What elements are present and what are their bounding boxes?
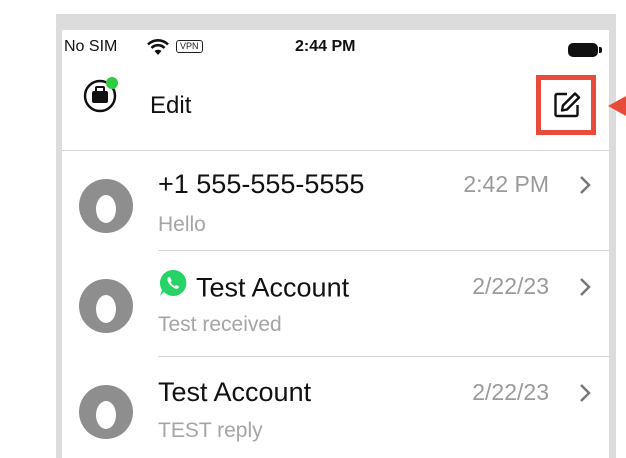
chevron-right-icon <box>579 383 591 408</box>
person-avatar-icon <box>78 384 134 440</box>
chevron-right-icon <box>579 277 591 302</box>
conversation-name: Test Account <box>158 377 312 407</box>
edit-button[interactable]: Edit <box>150 92 191 120</box>
account-button[interactable] <box>82 74 122 114</box>
briefcase-icon <box>83 77 118 113</box>
person-avatar-icon <box>78 278 134 334</box>
battery-tip <box>599 47 602 53</box>
conversation-preview: Hello <box>158 213 206 236</box>
whatsapp-icon <box>158 268 188 305</box>
conversation-name: Test Account <box>196 272 350 303</box>
conversation-time: 2/22/23 <box>472 379 549 405</box>
status-time: 2:44 PM <box>295 38 356 55</box>
chevron-right-icon <box>579 175 591 200</box>
conversation-preview: Test received <box>158 313 282 336</box>
conversation-row[interactable]: +1 555-555-5555 Hello 2:42 PM <box>62 151 609 256</box>
status-bar: No SIM VPN 2:44 PM <box>62 30 609 62</box>
wifi-icon <box>146 39 170 62</box>
callout-arrow <box>608 96 626 116</box>
compose-icon[interactable] <box>553 91 581 124</box>
conversation-preview: TEST reply <box>158 419 263 442</box>
vpn-badge: VPN <box>176 40 203 53</box>
person-avatar-icon <box>78 178 134 234</box>
conversation-row[interactable]: Test Account Test received 2/22/23 <box>62 251 609 356</box>
conversation-name: +1 555-555-5555 <box>158 169 365 199</box>
carrier-label: No SIM <box>64 38 118 55</box>
conversation-time: 2:42 PM <box>463 171 549 197</box>
compose-button-highlight[interactable] <box>536 75 596 135</box>
conversation-row[interactable]: Test Account TEST reply 2/22/23 <box>62 357 609 458</box>
conversation-name-wrap: Test Account <box>158 268 350 308</box>
battery-icon <box>568 43 598 57</box>
phone-screen: No SIM VPN 2:44 PM Edit +1 555-555-5555 … <box>62 30 609 458</box>
nav-bar <box>62 62 609 152</box>
conversation-time: 2/22/23 <box>472 273 549 299</box>
